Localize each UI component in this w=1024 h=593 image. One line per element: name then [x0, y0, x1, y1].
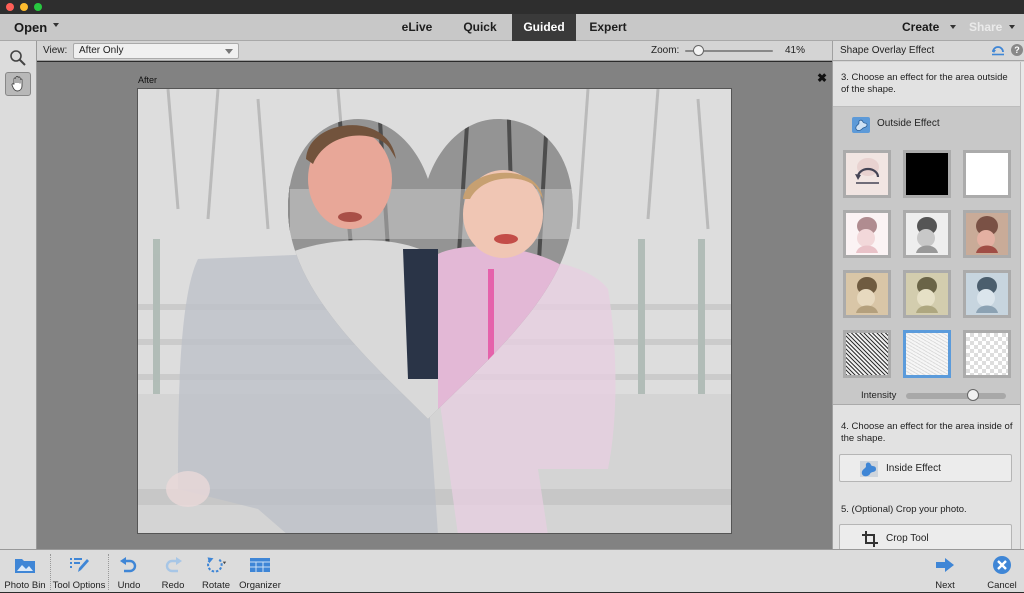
mode-bar: Open eLive Quick Guided Expert Create Sh…: [0, 14, 1024, 41]
separator: [108, 554, 109, 590]
photo-bin-label: Photo Bin: [4, 580, 46, 591]
thumb-dark-noise[interactable]: [843, 330, 891, 378]
thumb-texture-color[interactable]: [963, 210, 1011, 258]
tool-options-label: Tool Options: [52, 580, 106, 591]
panel-title: Shape Overlay Effect: [840, 45, 935, 56]
next-button[interactable]: Next: [928, 550, 962, 593]
cancel-button[interactable]: Cancel: [982, 550, 1022, 593]
magnifier-icon: [10, 50, 26, 66]
window-minimize-button[interactable]: [20, 3, 28, 11]
redo-button[interactable]: Redo: [156, 550, 190, 593]
tab-expert[interactable]: Expert: [583, 14, 633, 41]
tool-options-button[interactable]: Tool Options: [52, 550, 106, 593]
window-titlebar: [0, 0, 1024, 14]
outside-effect-icon: [852, 117, 870, 133]
intensity-slider-thumb[interactable]: [966, 389, 979, 401]
undo-icon: [118, 555, 140, 575]
create-button[interactable]: Create: [902, 20, 939, 34]
open-button[interactable]: Open: [14, 20, 47, 35]
share-dropdown-caret-icon[interactable]: [1009, 25, 1015, 29]
help-icon[interactable]: ?: [1011, 44, 1023, 56]
window-zoom-button[interactable]: [34, 3, 42, 11]
crop-icon: [862, 531, 878, 547]
intensity-label: Intensity: [861, 390, 897, 401]
intensity-slider-track[interactable]: [906, 393, 1006, 399]
thumb-reset-effect[interactable]: [843, 150, 891, 198]
create-dropdown-caret-icon[interactable]: [950, 25, 956, 29]
next-arrow-icon: [934, 555, 956, 575]
redo-label: Redo: [161, 580, 185, 591]
hand-tool-button[interactable]: [5, 72, 31, 96]
view-label: View:: [43, 45, 68, 56]
undo-button[interactable]: Undo: [112, 550, 146, 593]
next-label: Next: [935, 580, 955, 591]
outside-effect-label: Outside Effect: [877, 118, 940, 129]
panel-scrollbar[interactable]: [1020, 62, 1024, 549]
bottom-taskbar: Photo Bin Tool Options Undo Redo Rotate …: [0, 549, 1024, 592]
view-select-value: After Only: [79, 45, 124, 56]
undo-effect-icon: [855, 158, 880, 184]
photo-bin-button[interactable]: Photo Bin: [2, 550, 48, 593]
chevron-down-icon: [225, 49, 233, 54]
open-dropdown-caret-icon[interactable]: [53, 23, 59, 27]
window-close-button[interactable]: [6, 3, 14, 11]
zoom-tool-button[interactable]: [5, 46, 31, 70]
step-3-section: 3. Choose an effect for the area outside…: [833, 62, 1020, 107]
thumb-sepia-vignette[interactable]: [843, 270, 891, 318]
step-5-text: 5. (Optional) Crop your photo.: [841, 504, 967, 515]
thumb-high-key[interactable]: [843, 210, 891, 258]
zoom-slider-thumb[interactable]: [693, 45, 705, 56]
tool-options-icon: [68, 555, 90, 575]
thumb-light-noise[interactable]: [903, 330, 951, 378]
crop-tool-label: Crop Tool: [886, 533, 929, 544]
tab-guided[interactable]: Guided: [512, 14, 576, 41]
reset-panel-icon[interactable]: [991, 44, 1005, 56]
outside-effect-section: Outside Effect Intensity: [833, 107, 1020, 405]
rotate-button[interactable]: Rotate: [198, 550, 234, 593]
undo-label: Undo: [117, 580, 141, 591]
tool-strip: [0, 41, 37, 549]
tab-quick[interactable]: Quick: [455, 14, 505, 41]
cancel-icon: [991, 555, 1013, 575]
after-label: After: [138, 75, 158, 85]
thumb-black-fill[interactable]: [903, 150, 951, 198]
organizer-icon: [249, 555, 271, 575]
rotate-label: Rotate: [202, 580, 230, 591]
step-3-text: 3. Choose an effect for the area outside…: [841, 72, 1008, 95]
thumb-cyanotype-vignette[interactable]: [963, 270, 1011, 318]
photo-bin-icon: [14, 555, 36, 575]
thumb-white-fill[interactable]: [963, 150, 1011, 198]
step-4-text: 4. Choose an effect for the area inside …: [841, 421, 1013, 444]
organizer-label: Organizer: [239, 580, 281, 591]
thumb-antique-vignette[interactable]: [903, 270, 951, 318]
zoom-label: Zoom:: [651, 45, 680, 56]
cancel-label: Cancel: [987, 580, 1017, 591]
photo-preview[interactable]: [137, 88, 732, 534]
share-button[interactable]: Share: [969, 20, 1002, 34]
separator: [50, 554, 51, 590]
options-bar: View: After Only Zoom: 41%: [37, 41, 832, 61]
photo-image: [138, 89, 731, 533]
tab-elive[interactable]: eLive: [393, 14, 441, 41]
crop-tool-button[interactable]: Crop Tool: [839, 524, 1012, 552]
inside-effect-icon: [860, 461, 878, 477]
hand-icon: [11, 76, 23, 92]
thumb-black-and-white[interactable]: [903, 210, 951, 258]
close-document-icon[interactable]: ✖: [817, 71, 827, 85]
rotate-icon: [205, 555, 227, 575]
redo-icon: [162, 555, 184, 575]
thumb-transparent[interactable]: [963, 330, 1011, 378]
view-select[interactable]: After Only: [73, 43, 239, 59]
organizer-button[interactable]: Organizer: [238, 550, 282, 593]
zoom-value: 41%: [785, 45, 806, 56]
inside-effect-label: Inside Effect: [886, 463, 941, 474]
canvas-area: After ✖: [37, 62, 832, 549]
inside-effect-button[interactable]: Inside Effect: [839, 454, 1012, 482]
step-4-section: 4. Choose an effect for the area inside …: [833, 405, 1020, 552]
guided-panel: Shape Overlay Effect ? 3. Choose an effe…: [832, 41, 1024, 552]
panel-header: Shape Overlay Effect ?: [833, 41, 1024, 61]
